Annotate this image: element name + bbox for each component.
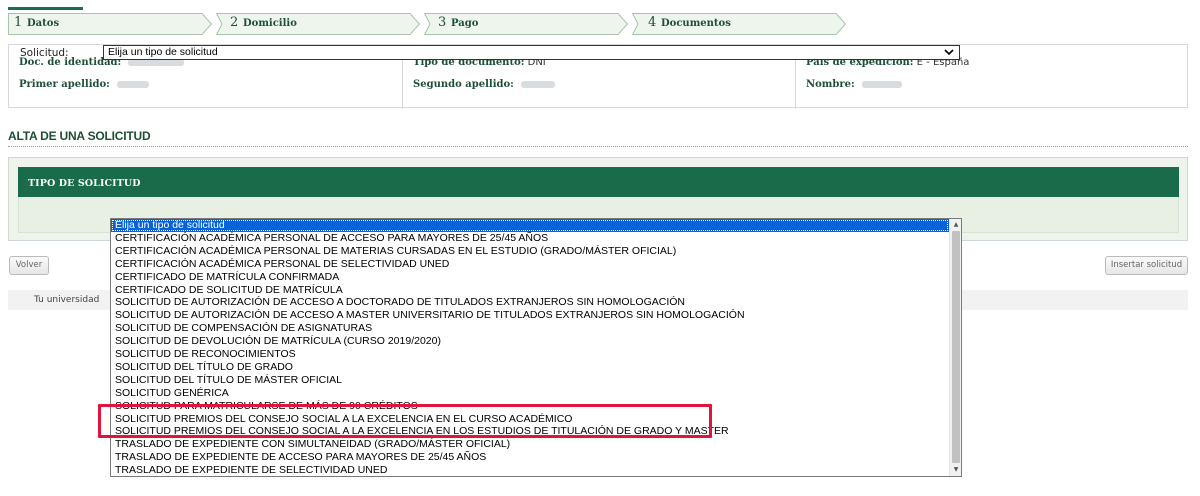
title-divider <box>8 146 1188 147</box>
step-number: 4 <box>648 15 657 30</box>
dropdown-scrollbar[interactable]: ▲ ▼ <box>949 219 961 476</box>
nombre-label: Nombre: <box>806 79 855 90</box>
nombre-row: Nombre: <box>806 79 902 90</box>
step-pago[interactable]: 3 Pago <box>424 13 628 35</box>
dropdown-option[interactable]: CERTIFICADO DE SOLICITUD DE MATRÍCULA <box>111 284 949 297</box>
primer-apellido-label: Primer apellido: <box>19 79 110 90</box>
step-datos[interactable]: 1 Datos <box>8 13 212 35</box>
dropdown-option[interactable]: SOLICITUD PARA MATRICULARSE DE MÁS DE 90… <box>111 400 949 413</box>
dropdown-option[interactable]: CERTIFICACIÓN ACADÉMICA PERSONAL DE ACCE… <box>111 232 949 245</box>
solicitud-dropdown-list[interactable]: Elija un tipo de solicitud CERTIFICACIÓN … <box>110 218 962 477</box>
panel-title: TIPO DE SOLICITUD <box>18 167 1179 197</box>
wizard-steps: 1 Datos 2 Domicilio 3 Pago 4 Documentos <box>8 13 848 35</box>
step-label: Datos <box>27 18 60 29</box>
dropdown-option[interactable]: SOLICITUD DE COMPENSACIÓN DE ASIGNATURAS <box>111 322 949 335</box>
dropdown-option[interactable]: SOLICITUD PREMIOS DEL CONSEJO SOCIAL A L… <box>111 425 949 438</box>
step-number: 1 <box>14 15 23 30</box>
redacted-value <box>117 80 150 88</box>
step-number: 3 <box>438 15 447 30</box>
active-tab-indicator <box>8 7 83 10</box>
dropdown-option[interactable]: SOLICITUD DE AUTORIZACIÓN DE ACCESO A MA… <box>111 309 949 322</box>
back-button[interactable]: Volver <box>9 256 49 275</box>
dropdown-option[interactable]: SOLICITUD GENÉRICA <box>111 387 949 400</box>
redacted-value <box>861 80 902 88</box>
dropdown-option[interactable]: TRASLADO DE EXPEDIENTE DE ACCESO PARA MA… <box>111 451 949 464</box>
scroll-thumb[interactable] <box>952 231 960 463</box>
step-label: Domicilio <box>243 18 297 29</box>
dropdown-option[interactable]: CERTIFICACIÓN ACADÉMICA PERSONAL DE SELE… <box>111 258 949 271</box>
solicitud-label: Solicitud: <box>20 47 69 59</box>
dropdown-option[interactable]: SOLICITUD DE DEVOLUCIÓN DE MATRÍCULA (CU… <box>111 335 949 348</box>
footer-text: Tu universidad <box>34 295 100 305</box>
dropdown-option[interactable]: TRASLADO DE EXPEDIENTE DE SELECTIVIDAD U… <box>111 464 949 476</box>
scroll-up-icon[interactable]: ▲ <box>952 221 960 229</box>
dropdown-option[interactable]: SOLICITUD DEL TÍTULO DE GRADO <box>111 361 949 374</box>
dropdown-option[interactable]: SOLICITUD DE AUTORIZACIÓN DE ACCESO A DO… <box>111 296 949 309</box>
dropdown-option[interactable]: TRASLADO DE EXPEDIENTE CON SIMULTANEIDAD… <box>111 438 949 451</box>
step-label: Documentos <box>661 18 731 29</box>
step-label: Pago <box>451 18 479 29</box>
redacted-value <box>521 80 556 88</box>
dropdown-option[interactable]: CERTIFICACIÓN ACADÉMICA PERSONAL DE MATE… <box>111 245 949 258</box>
dropdown-option[interactable]: SOLICITUD DE RECONOCIMIENTOS <box>111 348 949 361</box>
step-documentos[interactable]: 4 Documentos <box>632 13 846 35</box>
step-number: 2 <box>230 15 239 30</box>
insert-request-button[interactable]: Insertar solicitud <box>1105 256 1188 275</box>
step-domicilio[interactable]: 2 Domicilio <box>216 13 420 35</box>
primer-apellido-row: Primer apellido: <box>19 79 150 90</box>
dropdown-option[interactable]: SOLICITUD PREMIOS DEL CONSEJO SOCIAL A L… <box>111 413 949 426</box>
segundo-apellido-label: Segundo apellido: <box>413 79 514 90</box>
dropdown-option[interactable]: SOLICITUD DEL TÍTULO DE MÁSTER OFICIAL <box>111 374 949 387</box>
solicitud-select[interactable]: Elija un tipo de solicitud <box>103 45 960 60</box>
chevron-down-icon <box>944 49 954 56</box>
scroll-down-icon[interactable]: ▼ <box>952 466 960 474</box>
dropdown-option[interactable]: Elija un tipo de solicitud <box>111 219 949 232</box>
select-value: Elija un tipo de solicitud <box>108 46 218 58</box>
segundo-apellido-row: Segundo apellido: <box>413 79 556 90</box>
page-title: ALTA DE UNA SOLICITUD <box>8 129 151 143</box>
dropdown-option[interactable]: CERTIFICADO DE MATRÍCULA CONFIRMADA <box>111 271 949 284</box>
